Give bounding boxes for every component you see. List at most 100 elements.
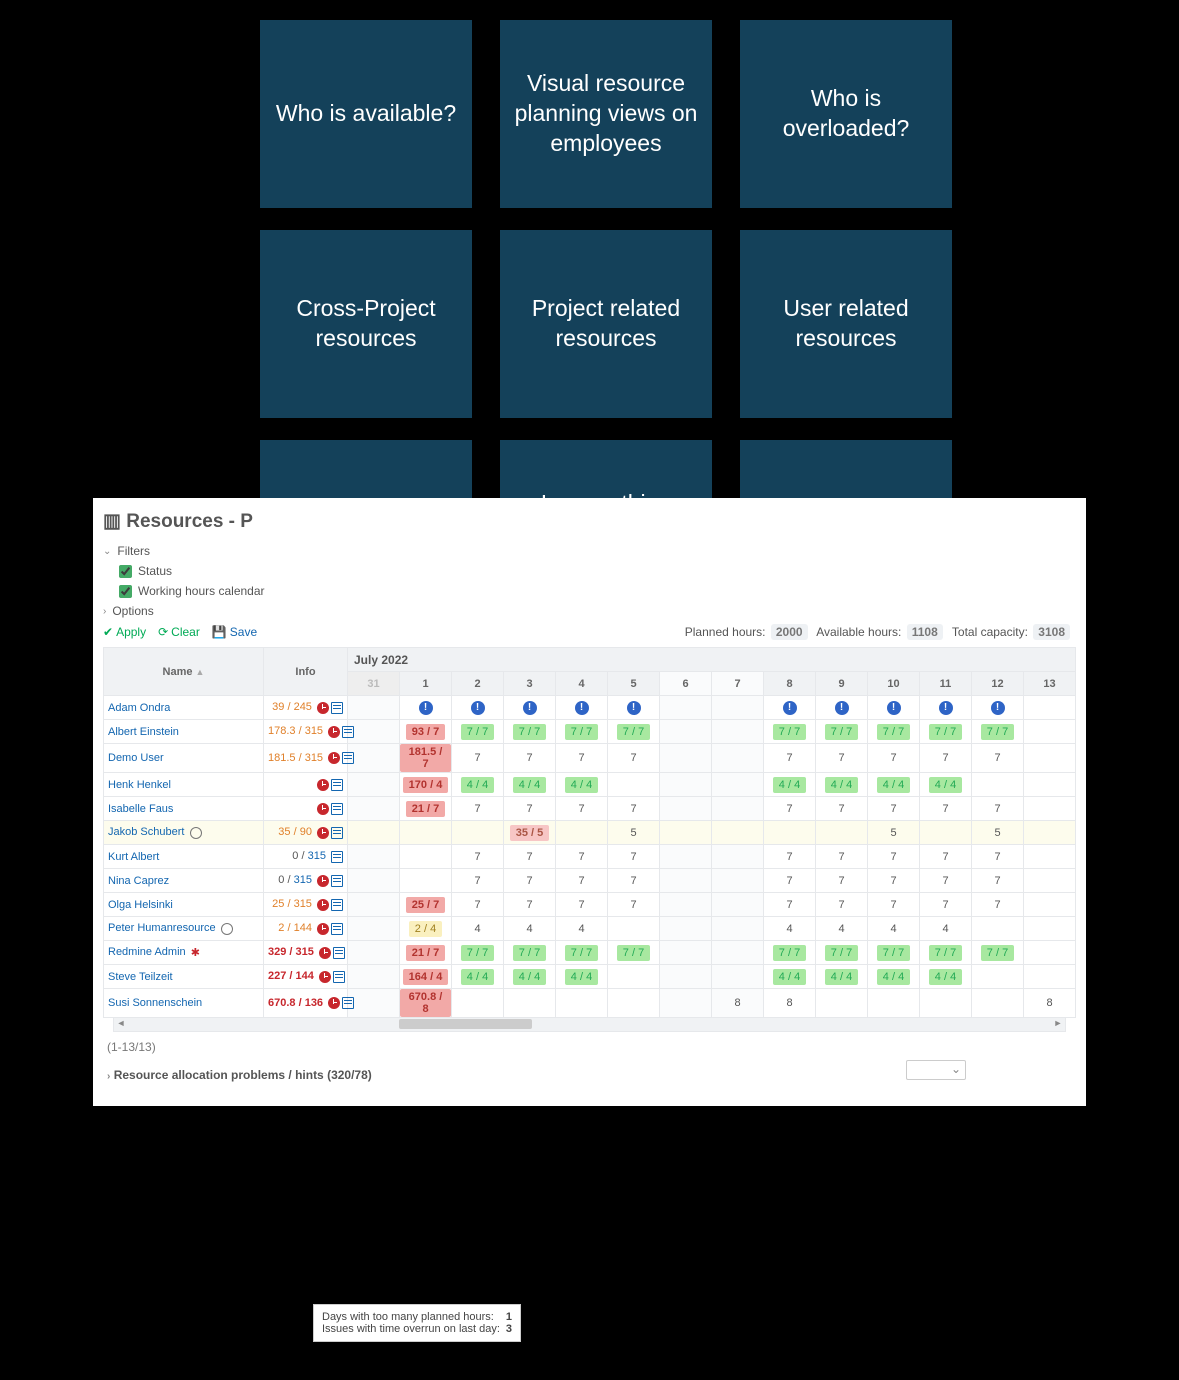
cell[interactable]: [556, 989, 608, 1018]
cell[interactable]: [920, 989, 972, 1018]
cell[interactable]: 7: [764, 845, 816, 869]
cell[interactable]: [1024, 744, 1076, 773]
cell[interactable]: 7: [504, 893, 556, 917]
cell[interactable]: [1024, 845, 1076, 869]
cell[interactable]: 7: [608, 845, 660, 869]
cell[interactable]: !: [400, 696, 452, 720]
cell[interactable]: [972, 989, 1024, 1018]
cell[interactable]: [452, 989, 504, 1018]
info-cell[interactable]: 25 / 315: [264, 893, 348, 917]
cell[interactable]: 7 / 7: [764, 941, 816, 965]
chevron-down-icon[interactable]: ⌄: [103, 546, 111, 557]
cell[interactable]: 7: [556, 893, 608, 917]
vcard-icon[interactable]: [331, 923, 343, 935]
user-link[interactable]: Kurt Albert: [108, 851, 159, 863]
cell[interactable]: [1024, 773, 1076, 797]
cell[interactable]: 164 / 4: [400, 965, 452, 989]
cell[interactable]: 5: [868, 821, 920, 845]
feature-card[interactable]: Project related resources: [500, 230, 712, 418]
cell[interactable]: 7 / 7: [608, 720, 660, 744]
cell[interactable]: [1024, 797, 1076, 821]
cell[interactable]: 7: [920, 797, 972, 821]
cell[interactable]: 7: [556, 869, 608, 893]
cell[interactable]: !: [608, 696, 660, 720]
cell[interactable]: 7 / 7: [920, 720, 972, 744]
cell[interactable]: 7: [972, 869, 1024, 893]
vcard-icon[interactable]: [342, 726, 354, 738]
info-cell[interactable]: 0 / 315: [264, 845, 348, 869]
cell[interactable]: 7: [816, 869, 868, 893]
hints-label[interactable]: Resource allocation problems / hints (32…: [114, 1068, 372, 1082]
cell[interactable]: 7 / 7: [556, 941, 608, 965]
cell[interactable]: [712, 744, 764, 773]
cell[interactable]: 170 / 4: [400, 773, 452, 797]
cell[interactable]: 7 / 7: [452, 941, 504, 965]
cell[interactable]: 4 / 4: [920, 965, 972, 989]
cell[interactable]: [660, 797, 712, 821]
cell[interactable]: 7: [920, 744, 972, 773]
info-cell[interactable]: [264, 797, 348, 821]
cell[interactable]: [660, 965, 712, 989]
cell[interactable]: 7: [504, 869, 556, 893]
cell[interactable]: 4: [868, 917, 920, 941]
cell[interactable]: [400, 821, 452, 845]
cell[interactable]: [660, 917, 712, 941]
cell[interactable]: [660, 989, 712, 1018]
cell[interactable]: 4 / 4: [452, 965, 504, 989]
cell[interactable]: 7 / 7: [920, 941, 972, 965]
cell[interactable]: !: [764, 696, 816, 720]
cell[interactable]: [712, 893, 764, 917]
cell[interactable]: [712, 797, 764, 821]
info-cell[interactable]: 39 / 245: [264, 696, 348, 720]
horizontal-scrollbar[interactable]: ◄ ►: [113, 1018, 1066, 1032]
cell[interactable]: !: [556, 696, 608, 720]
scroll-left-icon[interactable]: ◄: [114, 1018, 128, 1030]
cell[interactable]: 7 / 7: [816, 720, 868, 744]
cell[interactable]: [972, 773, 1024, 797]
cell[interactable]: 7: [816, 797, 868, 821]
user-link[interactable]: Henk Henkel: [108, 779, 171, 791]
user-link[interactable]: Steve Teilzeit: [108, 971, 173, 983]
user-link[interactable]: Demo User: [108, 752, 164, 764]
cell[interactable]: 7 / 7: [608, 941, 660, 965]
cell[interactable]: [712, 821, 764, 845]
cell[interactable]: 7: [608, 744, 660, 773]
cell[interactable]: [1024, 965, 1076, 989]
cell[interactable]: !: [920, 696, 972, 720]
cell[interactable]: [972, 917, 1024, 941]
user-link[interactable]: Jakob Schubert: [108, 826, 184, 838]
save-button[interactable]: 💾Save: [212, 625, 257, 639]
cell[interactable]: 4 / 4: [868, 965, 920, 989]
cell[interactable]: 25 / 7: [400, 893, 452, 917]
info-cell[interactable]: 670.8 / 136: [264, 989, 348, 1018]
cell[interactable]: 7 / 7: [556, 720, 608, 744]
cell[interactable]: 7: [972, 845, 1024, 869]
user-link[interactable]: Albert Einstein: [108, 726, 179, 738]
cell[interactable]: 4 / 4: [504, 965, 556, 989]
vcard-icon[interactable]: [331, 899, 343, 911]
cell[interactable]: [1024, 917, 1076, 941]
user-link[interactable]: Redmine Admin: [108, 946, 186, 958]
cell[interactable]: [608, 773, 660, 797]
cell[interactable]: [452, 821, 504, 845]
cell[interactable]: [712, 965, 764, 989]
cell[interactable]: 7: [452, 869, 504, 893]
cell[interactable]: 7: [764, 869, 816, 893]
cell[interactable]: [712, 720, 764, 744]
cell[interactable]: 7 / 7: [816, 941, 868, 965]
cell[interactable]: 4 / 4: [504, 773, 556, 797]
info-cell[interactable]: 329 / 315: [264, 941, 348, 965]
scroll-thumb[interactable]: [399, 1019, 532, 1029]
cell[interactable]: 7: [816, 845, 868, 869]
cell[interactable]: [504, 989, 556, 1018]
cell[interactable]: 4: [452, 917, 504, 941]
cell[interactable]: 4: [816, 917, 868, 941]
cell[interactable]: 21 / 7: [400, 941, 452, 965]
cell[interactable]: 7 / 7: [504, 941, 556, 965]
cell[interactable]: 7 / 7: [868, 720, 920, 744]
cell[interactable]: 7: [920, 869, 972, 893]
cell[interactable]: !: [972, 696, 1024, 720]
cell[interactable]: [972, 965, 1024, 989]
feature-card[interactable]: User related resources: [740, 230, 952, 418]
user-link[interactable]: Olga Helsinki: [108, 899, 173, 911]
